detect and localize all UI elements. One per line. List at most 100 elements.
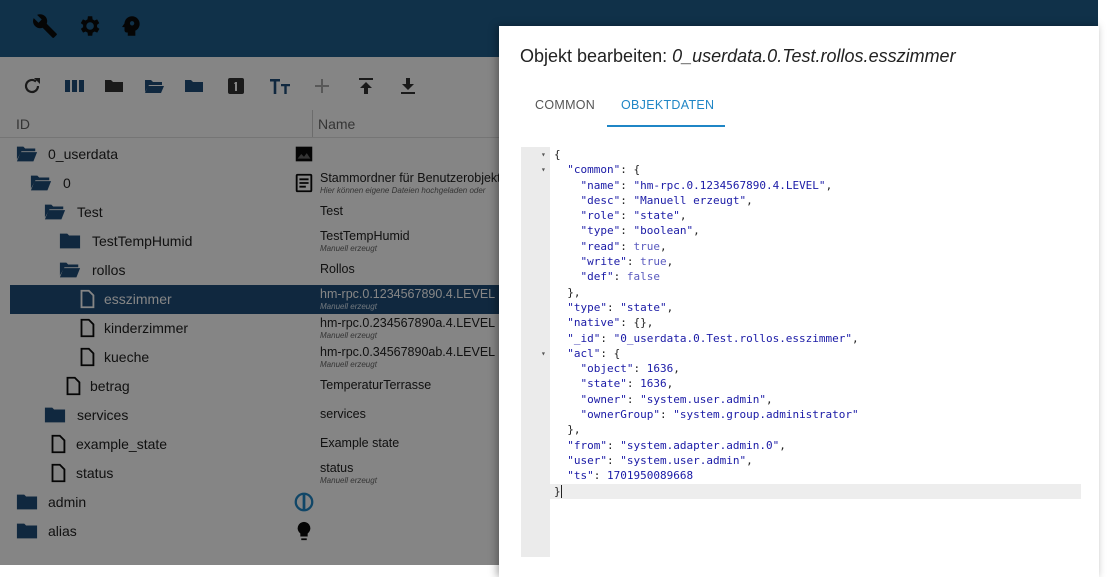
json-punct: },: [554, 423, 581, 437]
json-punct: [554, 316, 567, 329]
json-punct: :: [620, 224, 627, 238]
json-code[interactable]: ▾{▾ "common": { "name": "hm-rpc.0.123456…: [541, 147, 1081, 499]
code-line[interactable]: },: [554, 422, 1081, 437]
json-key: "_id": [567, 331, 601, 345]
json-punct: ,: [660, 239, 667, 253]
json-punct: :: [659, 408, 667, 422]
json-key: "common": [567, 163, 621, 177]
json-punct: [554, 332, 567, 345]
fold-toggle-icon[interactable]: ▾: [541, 162, 546, 177]
json-punct: :: [607, 300, 614, 314]
json-key: "user": [567, 453, 607, 467]
code-line[interactable]: ▾ "common": {: [541, 162, 1081, 177]
json-key: "def": [580, 270, 614, 284]
json-punct: [627, 224, 634, 237]
json-punct: [627, 194, 634, 207]
code-line[interactable]: "ts": 1701950089668: [554, 468, 1081, 483]
code-line[interactable]: }: [550, 483, 1081, 499]
json-punct: [554, 347, 567, 360]
json-string: "system.adapter.admin.0": [620, 438, 780, 452]
code-line[interactable]: "write": true,: [554, 254, 1081, 269]
code-line[interactable]: "state": 1636,: [554, 376, 1081, 391]
json-punct: :: [600, 346, 607, 360]
dialog-title-object-id: 0_userdata.0.Test.rollos.esszimmer: [672, 46, 956, 66]
json-punct: [600, 469, 607, 482]
code-line[interactable]: "def": false: [554, 269, 1081, 284]
edit-object-dialog: Objekt bearbeiten: 0_userdata.0.Test.rol…: [499, 26, 1099, 577]
json-punct: {: [554, 148, 561, 161]
code-line[interactable]: },: [554, 285, 1081, 300]
code-line[interactable]: "from": "system.adapter.admin.0",: [554, 438, 1081, 453]
json-punct: {: [607, 346, 621, 360]
json-boolean: false: [626, 270, 660, 284]
json-string: "hm-rpc.0.1234567890.4.LEVEL": [633, 178, 826, 192]
json-key: "name": [580, 178, 621, 192]
json-key: "acl": [567, 346, 601, 360]
code-line[interactable]: "role": "state",: [554, 208, 1081, 223]
fold-toggle-icon[interactable]: ▾: [541, 346, 546, 361]
json-punct: [620, 270, 627, 283]
code-line[interactable]: "owner": "system.user.admin",: [554, 392, 1081, 407]
json-key: "write": [580, 255, 627, 269]
json-punct: :: [620, 316, 627, 330]
screen: ID Name 0_userdata 0 Stammordner für Ben…: [0, 0, 1120, 577]
json-string: "system.user.admin": [620, 453, 747, 467]
code-line[interactable]: "user": "system.user.admin",: [554, 453, 1081, 468]
code-line[interactable]: "_id": "0_userdata.0.Test.rollos.esszimm…: [554, 331, 1081, 346]
json-number: 1636: [640, 377, 667, 391]
json-punct: [554, 194, 581, 207]
active-tab-indicator: [607, 125, 725, 127]
code-line[interactable]: "type": "state",: [554, 300, 1081, 315]
json-punct: ,: [679, 209, 687, 223]
json-key: "ts": [567, 469, 594, 483]
code-line[interactable]: "desc": "Manuell erzeugt",: [554, 193, 1081, 208]
json-punct: [554, 301, 567, 314]
fold-toggle-icon[interactable]: ▾: [541, 147, 546, 162]
json-punct: ,: [666, 300, 674, 314]
code-line[interactable]: "type": "boolean",: [554, 223, 1081, 238]
json-punct: [554, 454, 567, 467]
json-punct: [607, 332, 614, 345]
json-number: 1701950089668: [607, 469, 694, 483]
json-punct: ,: [693, 224, 700, 238]
json-punct: [627, 240, 634, 253]
code-line[interactable]: "ownerGroup": "system.group.administrato…: [554, 407, 1081, 422]
code-line[interactable]: ▾ "acl": {: [541, 346, 1081, 361]
json-punct: ,: [673, 362, 680, 376]
json-key: "state": [580, 377, 627, 391]
tab-objektdaten[interactable]: OBJEKTDATEN: [621, 98, 714, 112]
json-key: "ownerGroup": [580, 408, 660, 422]
json-string: "0_userdata.0.Test.rollos.esszimmer": [613, 331, 853, 345]
dialog-tabs: COMMON OBJEKTDATEN: [521, 88, 1081, 128]
json-punct: :: [620, 163, 627, 177]
code-line[interactable]: "object": 1636,: [554, 361, 1081, 376]
code-line[interactable]: "read": true,: [554, 239, 1081, 254]
json-punct: [554, 408, 581, 421]
json-punct: [627, 209, 634, 222]
json-punct: [554, 469, 567, 482]
json-punct: :: [607, 438, 614, 452]
json-string: "state": [620, 300, 667, 314]
json-key: "type": [567, 300, 607, 314]
json-string: "system.group.administrator": [673, 408, 859, 422]
json-key: "native": [567, 316, 621, 330]
json-boolean: true: [633, 239, 661, 253]
json-editor[interactable]: ▾{▾ "common": { "name": "hm-rpc.0.123456…: [521, 147, 1081, 557]
json-punct: [554, 393, 581, 406]
code-line[interactable]: "native": {},: [554, 315, 1081, 330]
json-punct: ,: [666, 377, 674, 391]
json-punct: {: [626, 163, 641, 177]
json-string: "Manuell erzeugt": [633, 193, 747, 207]
json-key: "owner": [580, 392, 627, 406]
json-punct: [627, 179, 634, 192]
json-punct: [554, 362, 581, 375]
json-string: "state": [633, 209, 680, 223]
json-punct: }: [554, 484, 561, 498]
json-punct: [554, 439, 567, 452]
code-line[interactable]: ▾{: [541, 147, 1081, 162]
code-line[interactable]: "name": "hm-rpc.0.1234567890.4.LEVEL",: [554, 178, 1081, 193]
json-key: "from": [567, 438, 607, 452]
json-punct: :: [620, 178, 627, 192]
tab-common[interactable]: COMMON: [535, 98, 595, 112]
json-punct: [554, 209, 581, 222]
